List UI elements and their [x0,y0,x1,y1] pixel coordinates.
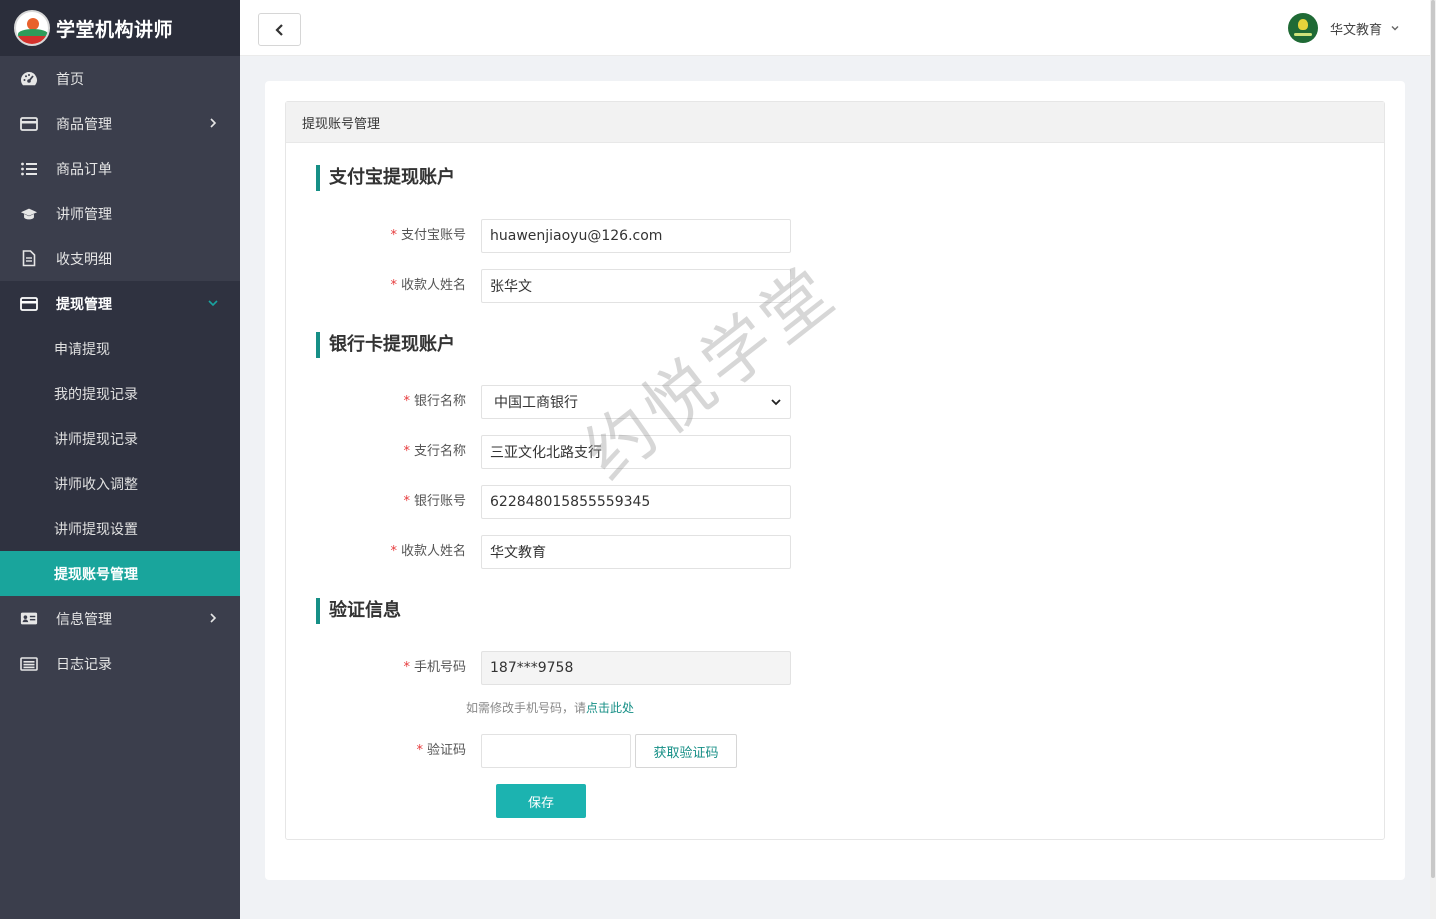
sidebar-item-info[interactable]: 信息管理 [0,596,240,641]
change-phone-link[interactable]: 点击此处 [586,701,634,715]
alipay-payee-row: * 收款人姓名 张华文 [286,269,886,303]
chevron-right-icon [210,118,217,128]
sidebar-item-logs[interactable]: 日志记录 [0,641,240,686]
graduation-cap-icon [20,205,38,223]
chevron-down-icon [1391,26,1399,31]
sidebar-subitem-withdraw-settings[interactable]: 讲师提现设置 [0,506,240,551]
sidebar-subitem-my-records[interactable]: 我的提现记录 [0,371,240,416]
alipay-payee-input[interactable]: 张华文 [481,269,791,303]
bank-payee-label: 收款人姓名 [400,544,466,559]
sidebar-subitem-teacher-records[interactable]: 讲师提现记录 [0,416,240,461]
card-icon [20,295,38,313]
code-label: 验证码 [426,743,466,758]
required-mark: * [390,228,397,243]
bank-card-input[interactable]: 6228480158555593​45 [481,485,791,519]
verify-section-title: 验证信息 [316,598,401,624]
required-mark: * [403,494,410,509]
document-icon [20,250,38,268]
bank-card-label: 银行账号 [413,494,466,509]
alipay-account-row: * 支付宝账号 huawenjiaoyu@126.com [286,219,886,253]
sidebar-item-label: 提现管理 [56,296,112,313]
phone-input: 187***9758 [481,651,791,685]
phone-row: * 手机号码 187***9758 [286,651,886,685]
user-menu[interactable]: 华文教育 [1287,13,1400,43]
bank-name-row: * 银行名称 中国工商银行 [286,385,886,419]
list-icon [20,160,38,178]
back-button[interactable] [258,13,301,46]
content-card: 提现账号管理 支付宝提现账户 * 支付宝账号 huawenjiaoyu@126.c… [265,81,1405,880]
account-panel: 提现账号管理 支付宝提现账户 * 支付宝账号 huawenjiaoyu@126.c… [285,101,1385,840]
chevron-left-icon [274,23,283,36]
sidebar-subitem-account-manage[interactable]: 提现账号管理 [0,551,240,596]
sidebar-item-label: 讲师管理 [56,206,112,223]
required-mark: * [403,660,410,675]
bank-name-value: 中国工商银行 [494,395,578,411]
panel-title: 提现账号管理 [286,102,1384,143]
id-card-icon [20,610,38,628]
branch-name-input[interactable]: 三亚文化北路支行 [481,435,791,469]
sidebar-item-label: 信息管理 [56,611,112,628]
branch-name-row: * 支行名称 三亚文化北路支行 [286,435,886,469]
brand-logo-icon [14,10,50,46]
withdraw-submenu: 申请提现 我的提现记录 讲师提现记录 讲师收入调整 讲师提现设置 提现账号管理 [0,326,240,596]
alipay-payee-label: 收款人姓名 [400,278,466,293]
sidebar-item-label: 收支明细 [56,251,112,268]
page-scrollbar[interactable] [1430,0,1436,919]
bank-payee-input[interactable]: 华文教育 [481,535,791,569]
verification-code-input[interactable] [481,734,631,768]
sidebar-item-goods[interactable]: 商品管理 [0,101,240,146]
save-button[interactable]: 保存 [496,784,586,818]
sidebar-item-label: 日志记录 [56,656,112,673]
sidebar-item-teachers[interactable]: 讲师管理 [0,191,240,236]
sidebar-item-orders[interactable]: 商品订单 [0,146,240,191]
bank-card-row: * 银行账号 6228480158555593​45 [286,485,886,519]
avatar [1287,13,1318,43]
sidebar-item-label: 商品管理 [56,116,112,133]
get-code-button[interactable]: 获取验证码 [635,734,737,768]
sidebar-item-home[interactable]: 首页 [0,56,240,101]
required-mark: * [403,444,410,459]
app-title: 学堂机构讲师 [56,18,174,41]
required-mark: * [390,278,397,293]
user-name: 华文教育 [1329,22,1382,38]
bank-name-label: 银行名称 [413,394,466,409]
brand: 学堂机构讲师 [0,0,240,56]
sidebar-subitem-apply[interactable]: 申请提现 [0,326,240,371]
top-header: 华文教育 [240,0,1430,56]
dashboard-icon [20,70,38,88]
sidebar-item-label: 商品订单 [56,161,112,178]
sidebar-item-withdraw[interactable]: 提现管理 [0,281,240,326]
bank-name-select[interactable]: 中国工商银行 [481,385,791,419]
branch-name-label: 支行名称 [413,444,466,459]
sidebar-item-label: 首页 [56,71,84,88]
alipay-section-title: 支付宝提现账户 [316,165,455,191]
bank-payee-row: * 收款人姓名 华文教育 [286,535,886,569]
phone-label: 手机号码 [413,660,466,675]
chevron-right-icon [210,613,217,623]
code-row: * 验证码 获取验证码 [286,734,886,768]
sidebar-item-finance[interactable]: 收支明细 [0,236,240,281]
chevron-down-icon [208,300,218,307]
required-mark: * [390,544,397,559]
required-mark: * [403,394,410,409]
sidebar: 学堂机构讲师 首页 商品管理 商品订单 讲师管理 收支明细 提现管理 申请提现 … [0,0,240,919]
sidebar-subitem-income-adjust[interactable]: 讲师收入调整 [0,461,240,506]
alipay-account-label: 支付宝账号 [400,228,466,243]
log-icon [20,655,38,673]
bank-section-title: 银行卡提现账户 [316,332,455,358]
phone-hint: 如需修改手机号码，请点击此处 [466,699,634,716]
chevron-down-icon [771,399,781,406]
card-icon [20,115,38,133]
required-mark: * [416,743,423,758]
phone-hint-text: 如需修改手机号码，请 [466,701,587,715]
alipay-account-input[interactable]: huawenjiaoyu@126.com [481,219,791,253]
